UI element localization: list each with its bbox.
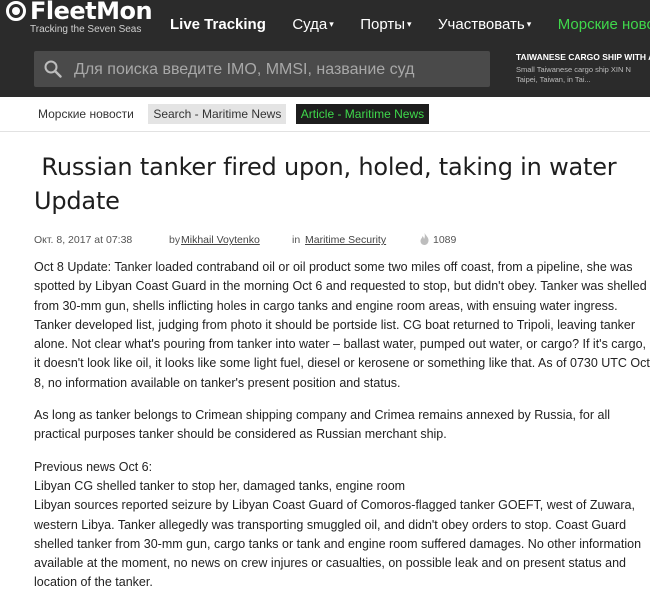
article-body: Oct 8 Update: Tanker loaded contraband o… (34, 258, 650, 593)
news-teaser-text-line2: Taipei, Taiwan, in Tai... (516, 75, 591, 84)
nav-participate[interactable]: Участвовать ▾ (438, 16, 531, 33)
article-paragraph: As long as tanker belongs to Crimean shi… (34, 408, 610, 442)
nav-vessels[interactable]: Суда ▾ (292, 16, 333, 33)
search-icon (44, 60, 62, 78)
fleetmon-logo[interactable]: FleetMon Tracking the Seven Seas (6, 0, 153, 40)
category-link[interactable]: Maritime Security (305, 234, 386, 246)
search-input[interactable] (72, 51, 490, 87)
by-label: by (169, 234, 181, 246)
nav-live-tracking[interactable]: Live Tracking (170, 16, 266, 33)
news-teaser[interactable]: TAIWANESE CARGO SHIP WITH AL Small Taiwa… (516, 52, 650, 85)
article-paragraph: Libyan CG shelled tanker to stop her, da… (34, 478, 406, 493)
fleetmon-logo-icon (6, 1, 26, 21)
divider (0, 131, 650, 132)
author-link[interactable]: Mikhail Voytenko (181, 234, 260, 246)
breadcrumb-search[interactable]: Search - Maritime News (148, 104, 287, 124)
view-count: 1089 (433, 234, 457, 246)
flame-icon (420, 233, 429, 248)
article-paragraph: Libyan sources reported seizure by Libya… (34, 498, 642, 590)
top-navigation-bar: FleetMon Tracking the Seven Seas Live Tr… (0, 0, 650, 97)
nav-ports[interactable]: Порты ▾ (360, 16, 411, 33)
breadcrumb-article[interactable]: Article - Maritime News (295, 104, 430, 124)
breadcrumb-maritime-news[interactable]: Морские новости (33, 104, 139, 124)
logo-text: FleetMon (30, 0, 153, 25)
in-label: in (292, 234, 301, 246)
article-title: Russian tanker fired upon, holed, taking… (34, 150, 644, 218)
article-title-line2: Update (34, 187, 120, 215)
breadcrumb: Морские новости Search - Maritime News A… (33, 104, 434, 124)
main-nav: Live Tracking Суда ▾ Порты ▾ Участвовать ▾ … (170, 16, 650, 34)
logo-slogan: Tracking the Seven Seas (30, 24, 142, 35)
article-paragraph: Oct 8 Update: Tanker loaded contraband o… (34, 260, 650, 390)
chevron-down-icon: ▾ (526, 19, 532, 29)
search-box[interactable] (34, 51, 490, 87)
nav-maritime-news[interactable]: Морские новости (558, 16, 650, 33)
article-title-line1: Russian tanker fired upon, holed, taking… (34, 153, 617, 181)
article-date: Окт. 8, 2017 at 07:38 (34, 234, 133, 246)
news-teaser-title[interactable]: TAIWANESE CARGO SHIP WITH AL (516, 52, 650, 62)
news-teaser-text-line1: Small Taiwanese cargo ship XIN N (516, 65, 631, 74)
article-paragraph: Previous news Oct 6: (34, 459, 153, 474)
chevron-down-icon: ▾ (329, 19, 334, 29)
chevron-down-icon: ▾ (407, 19, 412, 29)
